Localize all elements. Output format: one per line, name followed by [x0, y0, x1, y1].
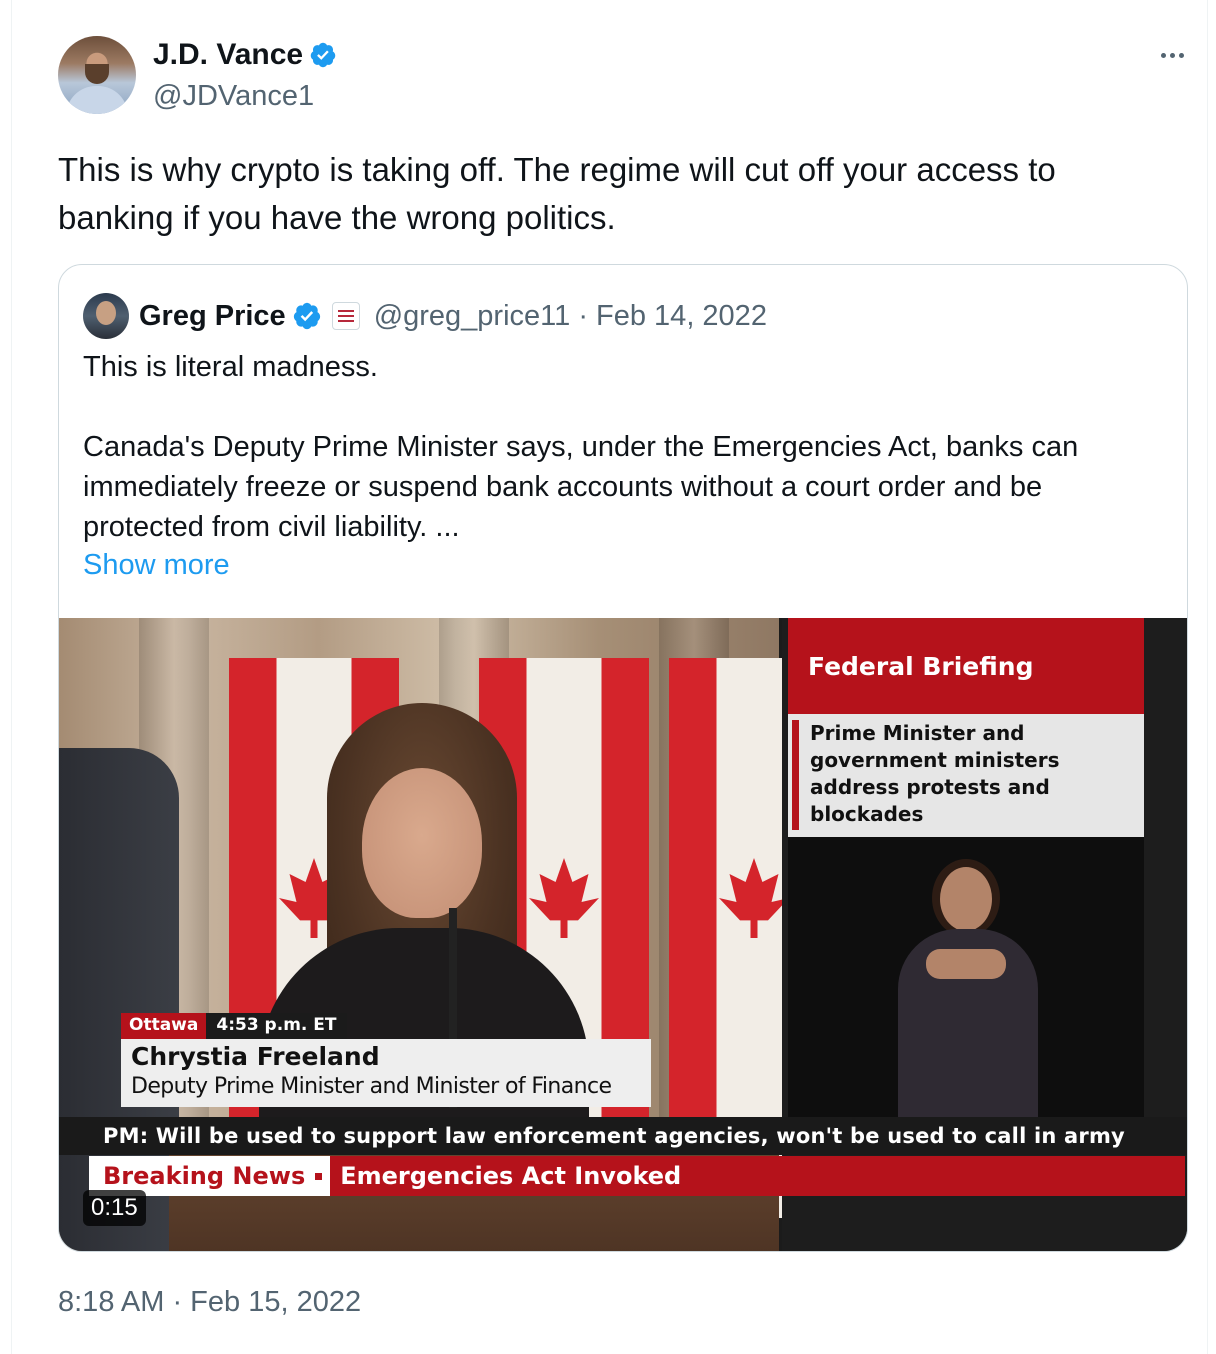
- quoted-author-avatar: [83, 293, 129, 339]
- tweet-timestamp[interactable]: 8:18 AM · Feb 15, 2022: [58, 1286, 361, 1319]
- quoted-tweet-header: Greg Price @greg_price11 · Feb 14, 2022: [83, 293, 767, 339]
- speaker-title: Deputy Prime Minister and Minister of Fi…: [131, 1074, 612, 1099]
- quoted-tweet-card[interactable]: Greg Price @greg_price11 · Feb 14, 2022 …: [58, 264, 1188, 1252]
- verified-badge-icon: [293, 302, 320, 330]
- location-label: Ottawa: [121, 1013, 207, 1039]
- author-handle[interactable]: @JDVance1: [153, 80, 314, 113]
- quoted-handle-date: @greg_price11 · Feb 14, 2022: [373, 299, 767, 332]
- federal-briefing-panel: Federal Briefing: [788, 618, 1144, 714]
- federal-briefing-title: Federal Briefing: [808, 651, 1034, 681]
- quoted-author-name: Greg Price: [139, 299, 286, 332]
- breaking-news-headline: Emergencies Act Invoked: [340, 1162, 682, 1190]
- quoted-tweet-text: This is literal madness. Canada's Deputy…: [83, 351, 1079, 543]
- more-options-icon[interactable]: [1152, 40, 1192, 70]
- time-label: 4:53 p.m. ET: [206, 1013, 347, 1039]
- tweet-container: J.D. Vance @JDVance1 This is why crypto …: [11, 0, 1208, 1354]
- author-avatar[interactable]: [58, 36, 136, 114]
- affiliation-badge-icon: [331, 302, 360, 330]
- breaking-news-bar: Breaking News Emergencies Act Invoked: [89, 1156, 1185, 1196]
- breaking-news-text: Breaking News: [103, 1162, 306, 1190]
- location-time-badge: Ottawa 4:53 p.m. ET: [121, 1013, 347, 1039]
- video-duration-badge: 0:15: [83, 1190, 146, 1226]
- verified-badge-icon: [310, 42, 336, 68]
- briefing-subtitle: Prime Minister and government ministers …: [788, 714, 1144, 837]
- briefing-subtitle-text: Prime Minister and government ministers …: [810, 721, 1060, 826]
- show-more-link[interactable]: Show more: [83, 549, 230, 582]
- author-name-row: J.D. Vance: [153, 38, 337, 72]
- sign-language-interpreter: [788, 837, 1144, 1119]
- ticker-top-text: PM: Will be used to support law enforcem…: [103, 1124, 1125, 1148]
- speaker-name: Chrystia Freeland: [131, 1042, 380, 1071]
- tweet-text: This is why crypto is taking off. The re…: [58, 151, 1056, 236]
- video-player[interactable]: Federal Briefing Prime Minister and gove…: [59, 618, 1187, 1251]
- author-name[interactable]: J.D. Vance: [153, 38, 303, 72]
- news-ticker-top: PM: Will be used to support law enforcem…: [59, 1117, 1187, 1155]
- separator-dot-icon: [315, 1172, 323, 1180]
- speaker-lower-third: Chrystia Freeland Deputy Prime Minister …: [121, 1039, 651, 1107]
